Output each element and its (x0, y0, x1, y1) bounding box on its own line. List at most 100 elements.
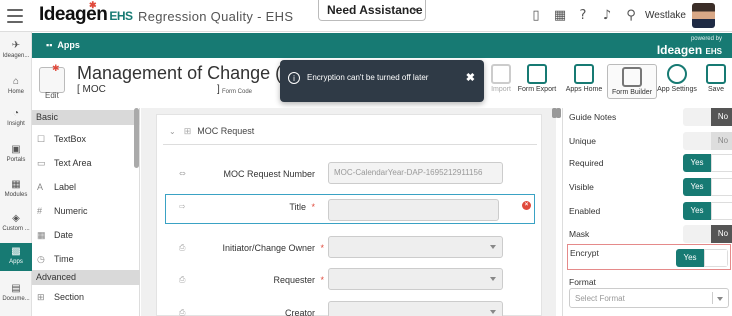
hamburger-icon[interactable] (7, 9, 23, 27)
encryption-toast: i Encryption can't be turned off later ✖ (280, 60, 484, 102)
field-icon: ⇨ (179, 202, 186, 211)
bell-icon[interactable]: ♪ (600, 8, 614, 24)
encrypt-toggle[interactable]: Yes (676, 249, 728, 267)
apps-bar: ▪▪ Apps powered by Ideagen EHS (32, 33, 732, 58)
form-code[interactable]: [ MOC] Form Code (77, 84, 252, 95)
form-edit-icon[interactable]: ✱ Edit (39, 64, 65, 100)
user-name[interactable]: Westlake (645, 10, 686, 21)
prop-encrypt: Encrypt Yes (567, 244, 731, 270)
palette-header-advanced: Advanced (32, 270, 140, 285)
nav-item-custom[interactable]: ◈ Custom ... (0, 213, 32, 232)
hash-icon: # (37, 206, 43, 216)
chevron-down-icon: ⌄ (410, 3, 419, 14)
need-assistance-label: Need Assistance (327, 3, 423, 17)
portal-icon: ▣ (11, 144, 21, 155)
nav-item-documents[interactable]: ▤ Docume... (0, 283, 32, 302)
textbox-icon: ☐ (37, 134, 46, 144)
palette-item-numeric[interactable]: # Numeric (32, 200, 132, 224)
dropdown-arrow-icon (490, 245, 496, 249)
dropdown-arrow-icon (717, 297, 723, 301)
field-value: MOC-CalendarYear-DAP-1695212911156 (328, 162, 503, 184)
home-icon: ⌂ (12, 76, 20, 87)
form-builder-button[interactable]: Form Builder (607, 64, 657, 99)
save-button[interactable]: Save (691, 64, 732, 93)
calendar-icon[interactable]: ▦ (553, 8, 567, 24)
form-export-button[interactable]: Form Export (512, 64, 562, 93)
apps-home-button[interactable]: Apps Home (559, 64, 609, 93)
pin-icon: ✈ (11, 40, 21, 51)
top-bar: Ideagen EHS ✱ Regression Quality - EHS Ne… (0, 0, 732, 32)
guide-notes-toggle[interactable]: No (683, 108, 732, 126)
need-assistance-dropdown[interactable]: Need Assistance ⌄ (318, 0, 426, 21)
dropdown-arrow-icon (490, 310, 496, 314)
field-row-requester[interactable]: ⎙ Requester * (157, 268, 543, 296)
toast-message: Encryption can't be turned off later (307, 73, 429, 82)
document-icon: ▤ (11, 283, 21, 294)
insight-icon: ◔ (12, 108, 20, 119)
spark-icon: ✱ (52, 64, 60, 74)
apps-grid-icon: ▪▪ (46, 40, 53, 50)
required-marker: * (311, 202, 315, 212)
field-icon: ⇔ (179, 169, 186, 178)
nav-item-ideagen[interactable]: ✈ Ideagen... (0, 40, 32, 59)
nav-item-insight[interactable]: ◔ Insight (0, 108, 32, 127)
properties-scrollbar[interactable] (556, 108, 561, 118)
field-palette: Basic ☐ TextBox ▭ Text Area A Label # Numeri… (32, 108, 140, 316)
format-select[interactable]: Select Format (569, 288, 729, 308)
required-marker: * (320, 243, 324, 253)
palette-item-label[interactable]: A Label (32, 176, 132, 200)
logo-spark-icon: ✱ (89, 0, 97, 10)
location-icon[interactable]: ⚲ (624, 8, 638, 24)
requester-select[interactable] (328, 268, 503, 290)
prop-guide-notes: Guide Notes No (569, 108, 732, 132)
title-input[interactable] (328, 199, 499, 221)
palette-item-date[interactable]: ▦ Date (32, 224, 132, 248)
mask-toggle[interactable]: No (683, 225, 732, 243)
mobile-icon[interactable]: ▯ (529, 8, 543, 24)
calendar-icon: ▦ (37, 230, 46, 240)
nav-item-portals[interactable]: ▣ Portals (0, 144, 32, 163)
delete-icon[interactable]: × (522, 201, 531, 210)
palette-scrollbar[interactable] (134, 108, 139, 168)
palette-item-textbox[interactable]: ☐ TextBox (32, 128, 132, 152)
save-icon (706, 64, 726, 84)
section-title[interactable]: ⌄ ⊞ MOC Request (169, 126, 254, 137)
label-icon: A (37, 182, 44, 192)
field-icon: ⎙ (179, 275, 186, 284)
close-icon[interactable]: ✖ (466, 71, 475, 84)
field-icon: ⎙ (179, 243, 186, 252)
app-title: Regression Quality - EHS (138, 9, 294, 24)
apps-home-icon (574, 64, 594, 84)
enabled-toggle[interactable]: Yes (683, 202, 732, 220)
nav-item-modules[interactable]: ▦ Modules (0, 179, 32, 198)
chevron-down-icon[interactable]: ⌄ (169, 127, 176, 136)
brand-logo[interactable]: Ideagen EHS ✱ (39, 0, 133, 26)
form-export-icon (527, 64, 547, 84)
nav-item-home[interactable]: ⌂ Home (0, 76, 32, 95)
gear-icon (667, 64, 687, 84)
unique-toggle[interactable]: No (683, 132, 732, 150)
avatar[interactable] (692, 3, 715, 28)
visible-toggle[interactable]: Yes (683, 178, 732, 196)
field-row-title[interactable]: ⇨ Title * × (165, 194, 535, 224)
form-canvas: ⌄ ⊞ MOC Request ⇔ MOC Request Number MOC-C… (141, 108, 557, 316)
field-row-creator[interactable]: ⎙ Creator (157, 301, 543, 316)
field-row-initiator[interactable]: ⎙ Initiator/Change Owner * (157, 236, 543, 264)
grid-icon: ▦ (11, 179, 21, 190)
palette-item-textarea[interactable]: ▭ Text Area (32, 152, 132, 176)
textarea-icon: ▭ (37, 158, 46, 168)
required-toggle[interactable]: Yes (683, 154, 732, 172)
prop-visible: Visible Yes (569, 178, 732, 202)
required-marker: * (320, 275, 324, 285)
palette-item-time[interactable]: ◷ Time (32, 248, 132, 272)
import-icon (491, 64, 511, 84)
field-row-moc-request-number[interactable]: ⇔ MOC Request Number MOC-CalendarYear-DA… (157, 162, 543, 190)
initiator-select[interactable] (328, 236, 503, 258)
help-icon[interactable]: ? (576, 8, 590, 24)
side-nav: ✈ Ideagen... ⌂ Home ◔ Insight ▣ Portals ▦ Mod… (0, 32, 32, 316)
field-label: Initiator/Change Owner * (222, 243, 324, 253)
palette-item-section[interactable]: ⊞ Section (32, 286, 132, 310)
creator-select[interactable] (328, 301, 503, 316)
apps-bar-label[interactable]: ▪▪ Apps (46, 40, 80, 50)
nav-item-apps[interactable]: ▩ Apps (0, 243, 32, 271)
